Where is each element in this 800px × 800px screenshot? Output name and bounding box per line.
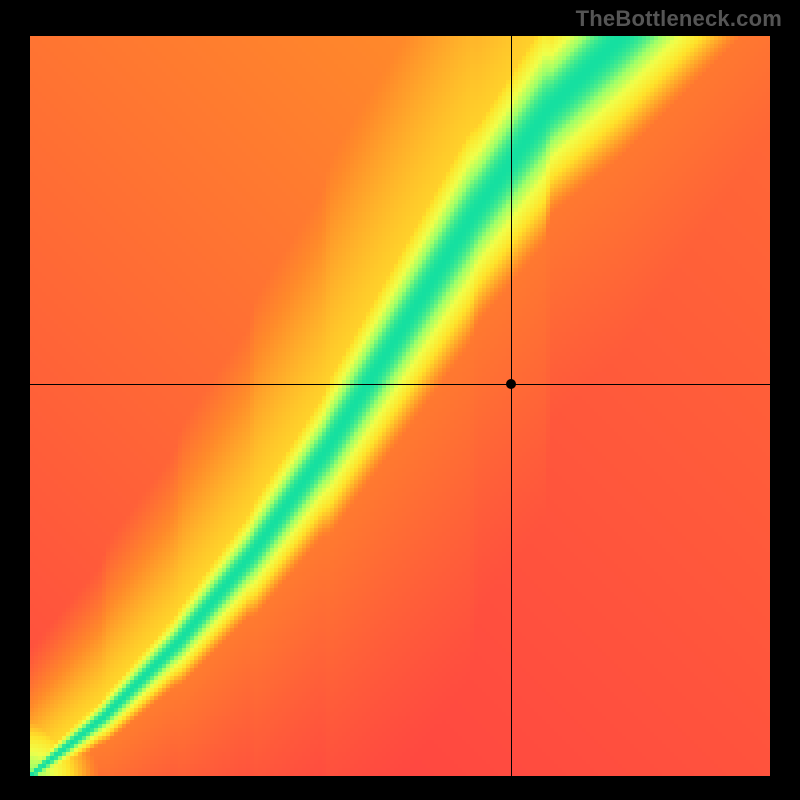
heatmap-canvas xyxy=(30,36,770,776)
plot-area[interactable] xyxy=(30,36,770,776)
chart-frame: TheBottleneck.com xyxy=(0,0,800,800)
watermark-text: TheBottleneck.com xyxy=(576,6,782,32)
